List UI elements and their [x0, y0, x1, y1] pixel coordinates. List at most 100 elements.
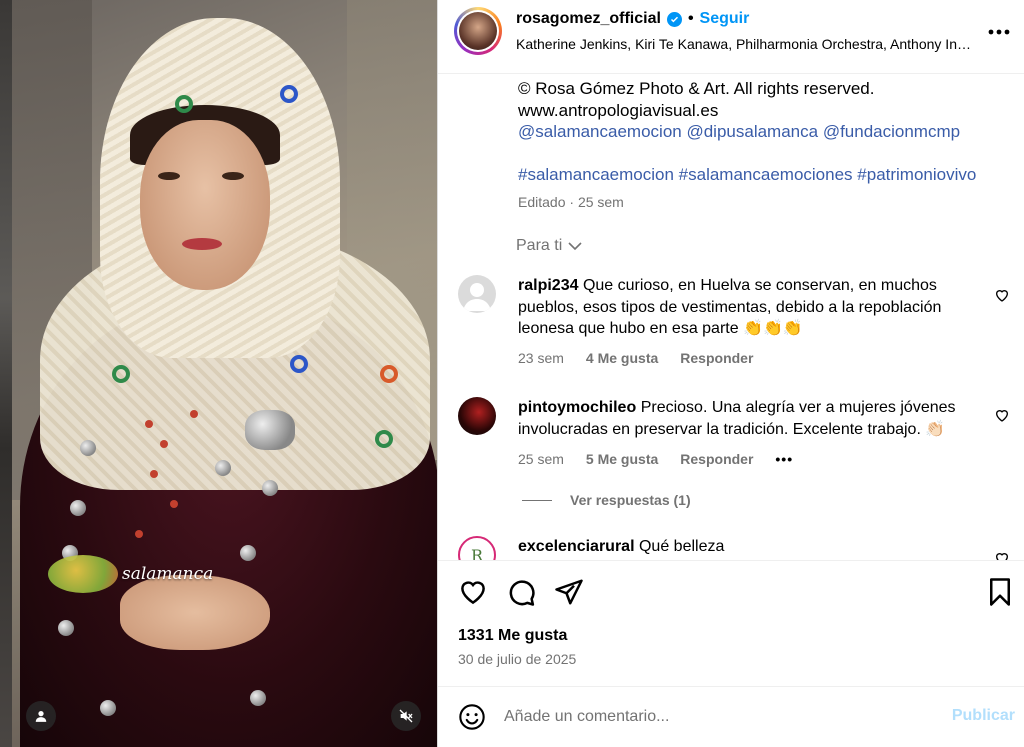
speaker-muted-icon	[399, 709, 413, 723]
comment-meta: 23 sem 4 Me gusta Responder	[518, 350, 753, 366]
view-replies-label: Ver respuestas (1)	[570, 492, 691, 508]
mention-link[interactable]: @salamancaemocion	[518, 122, 682, 141]
audio-track[interactable]: Katherine Jenkins, Kiri Te Kanawa, Philh…	[516, 36, 976, 52]
coral-bead	[145, 420, 153, 428]
heart-icon[interactable]	[994, 550, 1010, 560]
reply-button[interactable]: Responder	[680, 451, 753, 467]
author-line: rosagomez_official • Seguir	[516, 10, 749, 28]
hashtag-link[interactable]: #patrimoniovivo	[857, 165, 976, 184]
silver-pendant	[70, 500, 86, 516]
like-heart-icon[interactable]	[458, 577, 488, 607]
caption-website: www.antropologiavisual.es	[518, 100, 719, 120]
comment-bubble-icon[interactable]	[506, 577, 536, 607]
commenter-username[interactable]: excelenciarural	[518, 538, 635, 555]
embroidery-dot	[290, 355, 308, 373]
coral-bead	[135, 530, 143, 538]
post-actions: 1331 Me gusta 30 de julio de 2025	[438, 560, 1024, 686]
watermark-text: salamanca	[122, 564, 214, 584]
salamanca-watermark: salamanca	[48, 555, 213, 593]
commenter-avatar[interactable]: R	[458, 536, 496, 560]
author-username[interactable]: rosagomez_official	[516, 10, 661, 28]
comments-scroll-area[interactable]: © Rosa Gómez Photo & Art. All rights res…	[438, 74, 1024, 560]
coral-bead	[190, 410, 198, 418]
post-caption: © Rosa Gómez Photo & Art. All rights res…	[518, 78, 1008, 213]
embroidery-dot	[175, 95, 193, 113]
silver-pendant	[100, 700, 116, 716]
bookmark-icon[interactable]	[985, 577, 1015, 607]
salamanca-logo	[48, 555, 118, 593]
emoji-icon[interactable]	[458, 703, 486, 731]
silver-pendant	[240, 545, 256, 561]
follow-button[interactable]: Seguir	[700, 10, 750, 28]
commenter-avatar[interactable]	[458, 275, 496, 313]
svg-text:R: R	[471, 546, 484, 560]
share-send-icon[interactable]	[554, 577, 584, 607]
comment-body: ralpi234 Que curioso, en Huelva se conse…	[518, 275, 988, 340]
comment-text: Que curioso, en Huelva se conservan, en …	[518, 277, 942, 337]
comment-time: 23 sem	[518, 350, 564, 366]
post-panel: rosagomez_official • Seguir Katherine Je…	[437, 0, 1024, 747]
publish-button[interactable]: Publicar	[952, 707, 1015, 725]
user-tag-button[interactable]	[26, 701, 56, 731]
comment-meta: 25 sem 5 Me gusta Responder •••	[518, 451, 793, 467]
replies-line	[522, 499, 552, 501]
user-tag-icon	[35, 711, 47, 722]
mute-button[interactable]	[391, 701, 421, 731]
view-replies-button[interactable]: Ver respuestas (1)	[522, 492, 691, 508]
post-header: rosagomez_official • Seguir Katherine Je…	[438, 0, 1024, 74]
reply-button[interactable]: Responder	[680, 350, 753, 366]
caption-hashtags: #salamancaemocion #salamancaemociones #p…	[518, 164, 1008, 186]
mention-link[interactable]: @fundacionmcmp	[823, 122, 960, 141]
embroidery-dot	[280, 85, 298, 103]
more-horizontal-icon	[988, 29, 1010, 35]
post-media[interactable]: salamanca	[0, 0, 437, 747]
hashtag-link[interactable]: #salamancaemocion	[518, 165, 674, 184]
add-comment-bar: Publicar	[438, 686, 1024, 747]
comment-likes[interactable]: 5 Me gusta	[586, 451, 658, 467]
separator-dot: •	[687, 10, 694, 27]
caption-copyright: © Rosa Gómez Photo & Art. All rights res…	[518, 79, 875, 98]
heart-icon[interactable]	[994, 407, 1010, 423]
sort-label: Para ti	[516, 237, 563, 254]
silver-pendant	[250, 690, 266, 706]
sort-comments-dropdown[interactable]: Para ti	[516, 237, 582, 255]
comment-input[interactable]	[504, 703, 934, 731]
caption-mentions: @salamancaemocion @dipusalamanca @fundac…	[518, 121, 1008, 143]
silver-pendant	[262, 480, 278, 496]
commenter-avatar[interactable]	[458, 397, 496, 435]
comment-likes[interactable]: 4 Me gusta	[586, 350, 658, 366]
coral-bead	[170, 500, 178, 508]
commenter-username[interactable]: pintoymochileo	[518, 399, 636, 416]
comment-time: 25 sem	[518, 451, 564, 467]
previous-post-edge	[0, 0, 12, 747]
silver-pendant	[80, 440, 96, 456]
silver-pendant	[58, 620, 74, 636]
mention-link[interactable]: @dipusalamanca	[686, 122, 818, 141]
embroidery-dot	[380, 365, 398, 383]
commenter-username[interactable]: ralpi234	[518, 277, 578, 294]
post-date: 30 de julio de 2025	[458, 651, 577, 667]
comment-body: excelenciarural Qué belleza	[518, 536, 988, 558]
hashtag-link[interactable]: #salamancaemociones	[679, 165, 853, 184]
edited-label: Editado	[518, 193, 566, 210]
comment-text: Qué belleza	[638, 538, 725, 555]
coral-bead	[160, 440, 168, 448]
caption-time: 25 sem	[577, 193, 624, 210]
comment-options-button[interactable]: •••	[775, 451, 793, 467]
silver-pendant	[215, 460, 231, 476]
lips	[182, 238, 222, 250]
chevron-down-icon	[568, 242, 582, 251]
eye	[158, 172, 180, 180]
more-options-button[interactable]	[987, 20, 1011, 44]
embroidery-dot	[112, 365, 130, 383]
eye	[222, 172, 244, 180]
verified-badge-icon	[666, 11, 682, 27]
coral-bead	[150, 470, 158, 478]
likes-count[interactable]: 1331 Me gusta	[458, 627, 567, 645]
caption-meta: Editado · 25 sem	[518, 193, 624, 210]
comment-body: pintoymochileo Precioso. Una alegría ver…	[518, 397, 988, 440]
author-avatar[interactable]	[454, 7, 502, 55]
face	[140, 120, 270, 290]
heart-icon[interactable]	[994, 287, 1010, 303]
